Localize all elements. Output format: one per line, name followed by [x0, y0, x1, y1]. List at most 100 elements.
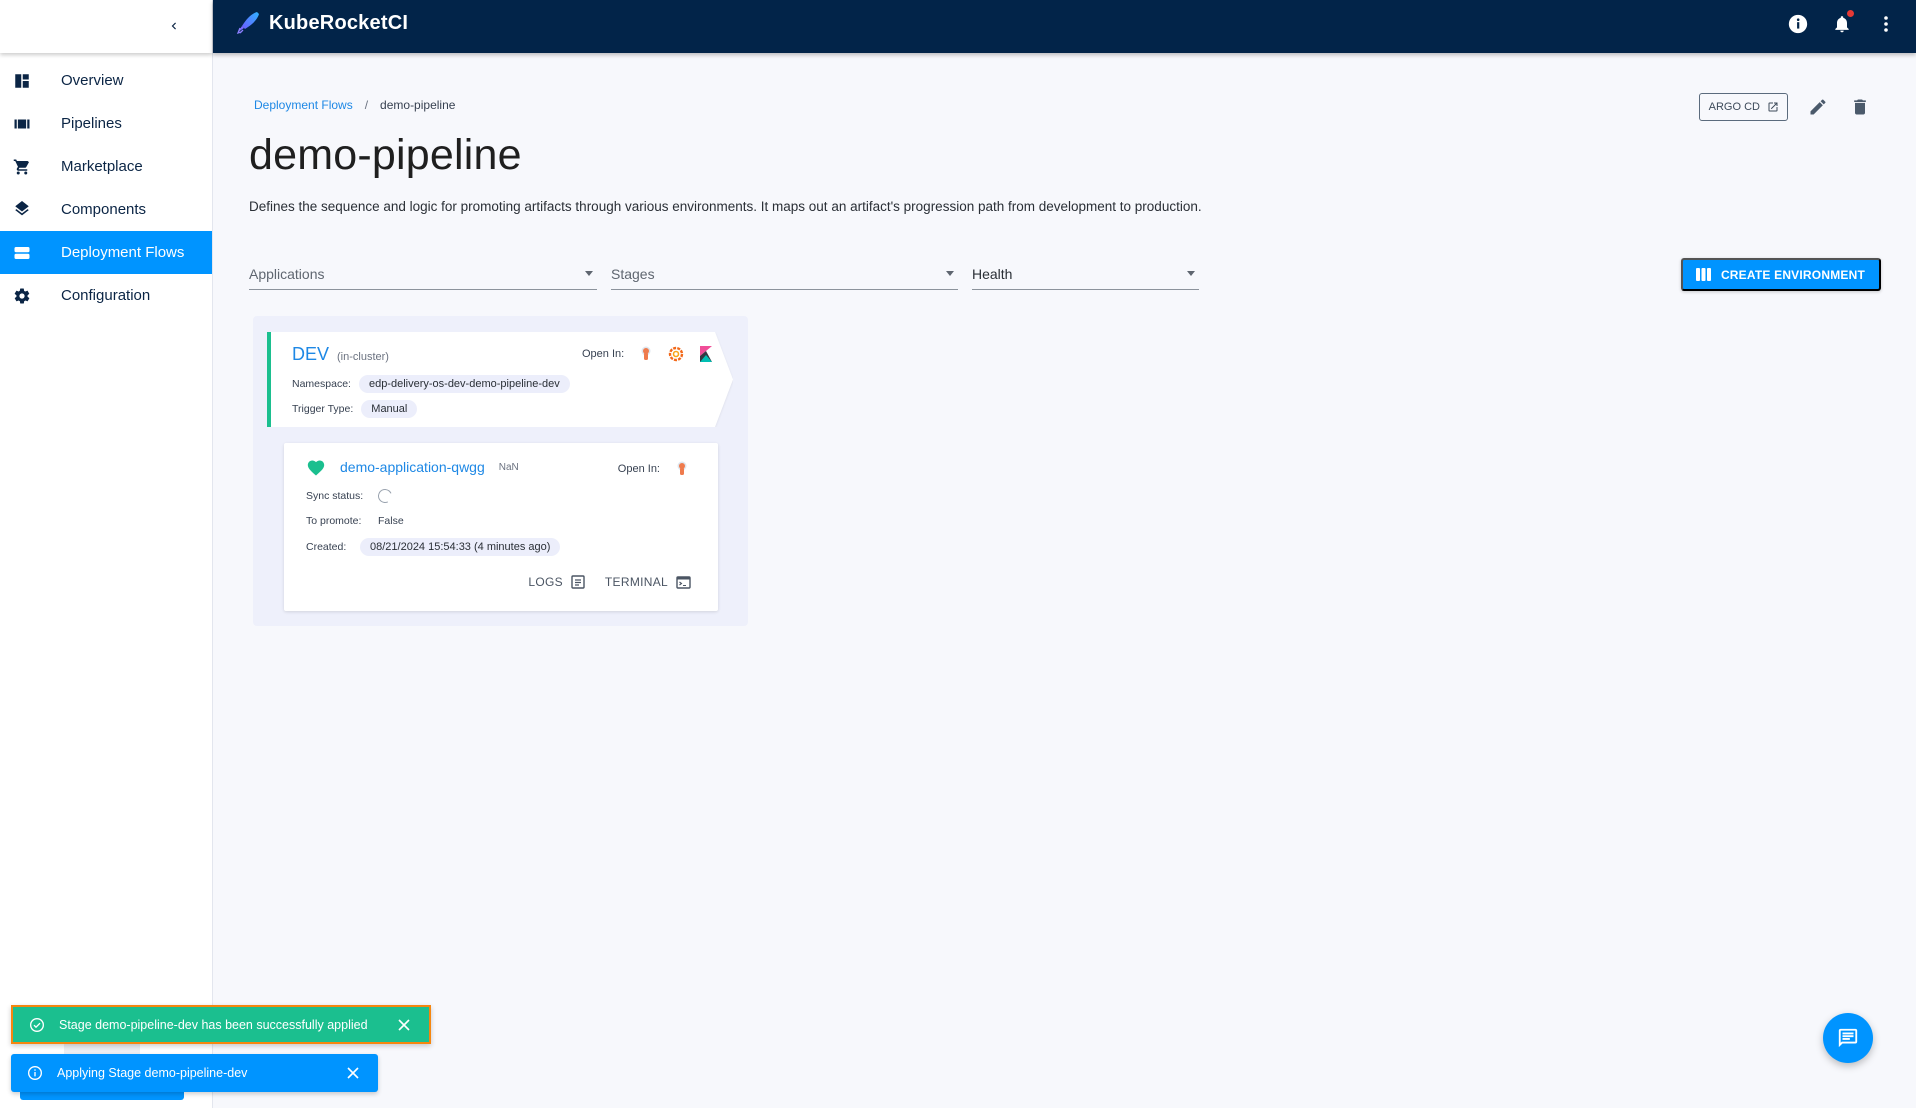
kibana-link[interactable] — [698, 346, 714, 362]
logs-label: LOGS — [528, 575, 563, 589]
grafana-link[interactable] — [668, 346, 684, 362]
create-environment-label: CREATE ENVIRONMENT — [1720, 267, 1865, 282]
dropdown-arrow-icon — [1187, 271, 1195, 276]
terminal-button[interactable]: TERMINAL — [605, 575, 691, 589]
application-card: demo-application-qwgg NaN Open In: Sync … — [284, 443, 718, 611]
close-info-toast-button[interactable] — [346, 1066, 360, 1080]
info-button[interactable] — [1786, 12, 1810, 36]
notifications-icon — [1835, 16, 1849, 33]
argocd-link[interactable] — [674, 461, 690, 477]
logs-button[interactable]: LOGS — [528, 575, 585, 589]
dashboard-icon — [11, 70, 33, 92]
info-icon — [1788, 14, 1808, 34]
edit-icon — [1810, 99, 1826, 115]
chat-button[interactable] — [1823, 1013, 1873, 1063]
to-promote-label: To promote: — [306, 515, 362, 527]
chat-icon — [1838, 1028, 1858, 1048]
sidebar-item-deployment-flows[interactable]: Deployment Flows — [0, 231, 212, 274]
more-menu-button[interactable] — [1874, 12, 1898, 36]
argo-cd-button[interactable]: ARGO CD — [1698, 93, 1788, 121]
terminal-label: TERMINAL — [604, 575, 668, 589]
application-open-in: Open In: — [618, 461, 690, 477]
sync-status-label: Sync status: — [306, 490, 364, 502]
sidebar-item-label: Pipelines — [61, 115, 122, 132]
sidebar-item-pipelines[interactable]: Pipelines — [0, 102, 212, 145]
grafana-icon — [669, 346, 684, 362]
top-actions — [1786, 10, 1898, 36]
sync-status-row: Sync status: — [306, 487, 394, 505]
sidebar: Overview Pipelines Marketplace Component… — [0, 0, 213, 1108]
more-vert-icon — [1884, 16, 1888, 32]
health-filter-label: Health — [972, 265, 1013, 282]
sidebar-item-label: Marketplace — [61, 158, 143, 175]
open-external-icon — [1768, 102, 1778, 112]
applications-filter[interactable]: Applications — [249, 258, 597, 290]
argocd-link[interactable] — [638, 346, 654, 362]
main-content: Deployment Flows / demo-pipeline ARGO CD… — [214, 53, 1916, 1108]
edit-button[interactable] — [1806, 95, 1830, 119]
stage-cluster: (in-cluster) — [337, 351, 389, 363]
open-in-label: Open In: — [582, 348, 625, 360]
stages-filter[interactable]: Stages — [611, 258, 958, 290]
application-actions: LOGS TERMINAL — [528, 575, 691, 589]
check-circle-icon — [29, 1017, 45, 1033]
breadcrumb-deployment-flows-link[interactable]: Deployment Flows — [254, 98, 353, 112]
logs-icon — [571, 575, 585, 589]
deployment-flows-icon — [11, 242, 33, 264]
brand[interactable]: KubeRocketCI — [235, 10, 408, 36]
sidebar-header — [0, 0, 212, 53]
created-row: Created: 08/21/2024 15:54:33 (4 minutes … — [306, 538, 561, 556]
gear-icon — [11, 285, 33, 307]
top-bar: KubeRocketCI — [213, 0, 1916, 53]
sidebar-item-marketplace[interactable]: Marketplace — [0, 145, 212, 188]
breadcrumb: Deployment Flows / demo-pipeline — [254, 98, 455, 112]
trigger-type-value: Manual — [361, 400, 418, 418]
sidebar-item-label: Configuration — [61, 287, 151, 304]
filters: Applications Stages Health — [249, 258, 1199, 290]
health-filter[interactable]: Health — [972, 258, 1199, 290]
stage-trigger-row: Trigger Type: Manual — [292, 400, 418, 418]
notification-badge — [1847, 10, 1854, 17]
create-environment-button[interactable]: CREATE ENVIRONMENT — [1680, 258, 1881, 291]
to-promote-row: To promote: False — [306, 515, 404, 527]
rocket-logo-icon — [236, 12, 259, 35]
namespace-value: edp-delivery-os-dev-demo-pipeline-dev — [358, 375, 570, 393]
sidebar-item-label: Overview — [61, 72, 124, 89]
close-success-toast-button[interactable] — [397, 1018, 411, 1032]
chevron-left-icon — [171, 22, 176, 30]
sidebar-item-overview[interactable]: Overview — [0, 59, 212, 102]
pipelines-icon — [11, 113, 33, 135]
kibana-icon — [700, 346, 713, 362]
stage-name-link[interactable]: DEV — [292, 344, 329, 365]
application-version: NaN — [498, 461, 519, 473]
delete-button[interactable] — [1848, 95, 1872, 119]
sidebar-item-label: Deployment Flows — [61, 244, 185, 261]
page-description: Defines the sequence and logic for promo… — [249, 199, 1202, 214]
close-icon — [347, 1067, 359, 1079]
view-columns-icon — [1695, 268, 1711, 281]
cart-icon — [11, 156, 33, 178]
open-in-label: Open In: — [617, 463, 660, 475]
argocd-icon — [641, 346, 651, 360]
info-toast: Applying Stage demo-pipeline-dev — [11, 1054, 378, 1092]
toast-ghost — [64, 1044, 140, 1054]
notifications-button[interactable] — [1830, 10, 1854, 36]
sidebar-item-components[interactable]: Components — [0, 188, 212, 231]
sidebar-item-label: Components — [61, 201, 147, 218]
terminal-icon — [676, 575, 691, 589]
collapse-sidebar-button[interactable] — [162, 14, 186, 38]
delete-icon — [1854, 99, 1866, 115]
applications-filter-label: Applications — [249, 265, 325, 282]
application-name-link[interactable]: demo-application-qwgg — [340, 459, 485, 475]
to-promote-value: False — [378, 515, 404, 527]
stage-title-row: DEV (in-cluster) — [292, 344, 389, 365]
stages-filter-label: Stages — [611, 265, 655, 282]
success-toast-message: Stage demo-pipeline-dev has been success… — [59, 1017, 368, 1032]
sidebar-item-configuration[interactable]: Configuration — [0, 274, 212, 317]
close-icon — [398, 1018, 410, 1031]
created-label: Created: — [306, 541, 347, 553]
stage-card-dev: DEV (in-cluster) Open In: Namespace: edp… — [267, 332, 733, 427]
stage-open-in: Open In: — [582, 346, 714, 362]
breadcrumb-current: demo-pipeline — [380, 98, 456, 112]
breadcrumb-separator: / — [364, 98, 369, 112]
